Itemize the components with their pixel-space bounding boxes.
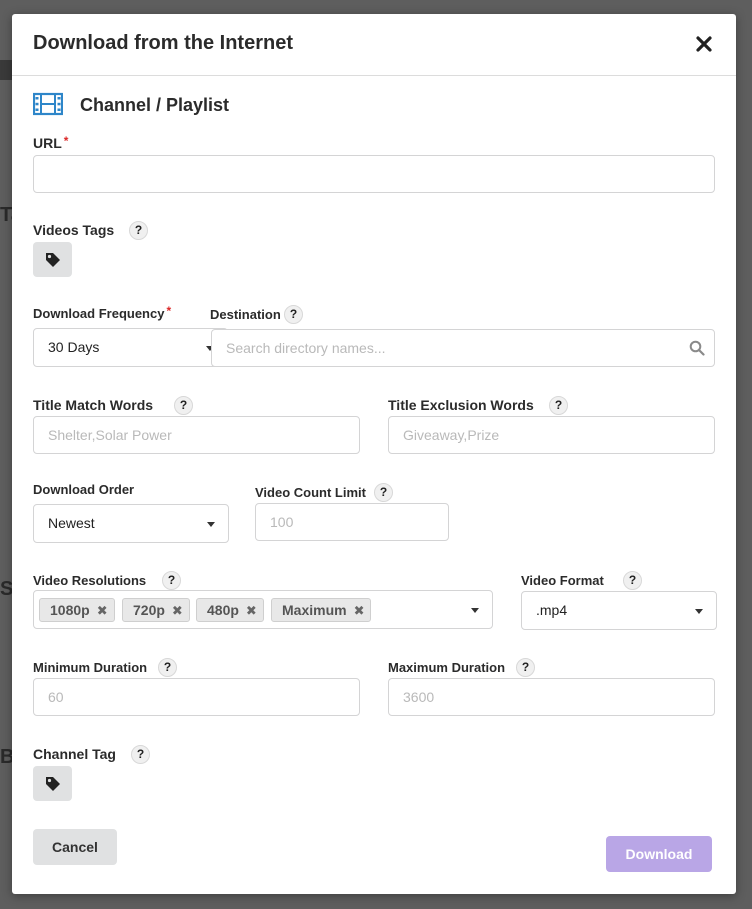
title-exclusion-words-input[interactable]: [388, 416, 715, 454]
help-icon[interactable]: ?: [158, 658, 177, 677]
video-count-limit-input[interactable]: [255, 503, 449, 541]
help-icon[interactable]: ?: [516, 658, 535, 677]
cancel-button[interactable]: Cancel: [33, 829, 117, 865]
url-input[interactable]: [33, 155, 715, 193]
modal-title: Download from the Internet: [33, 32, 293, 54]
download-order-label: Download Order: [33, 482, 135, 497]
download-frequency-label: Download Frequency *: [33, 304, 172, 321]
maximum-duration-label: Maximum Duration: [388, 660, 506, 675]
videos-tags-button[interactable]: [33, 242, 72, 277]
video-count-limit-label: Video Count Limit: [255, 485, 366, 500]
channel-tag-label: Channel Tag: [33, 746, 116, 762]
video-resolutions-multiselect[interactable]: 1080p ✖ 720p ✖ 480p ✖ Maximum ✖: [33, 590, 493, 629]
caret-down-icon: [471, 608, 479, 613]
close-icon[interactable]: [696, 36, 712, 52]
download-frequency-select[interactable]: 30 Days: [33, 328, 228, 367]
destination-label: Destination: [210, 307, 281, 322]
film-icon: [32, 92, 64, 121]
resolution-chip: 1080p ✖: [39, 598, 115, 622]
minimum-duration-input[interactable]: [33, 678, 360, 716]
channel-tag-button[interactable]: [33, 766, 72, 801]
help-icon[interactable]: ?: [284, 305, 303, 324]
minimum-duration-label: Minimum Duration: [33, 660, 148, 675]
remove-icon[interactable]: ✖: [97, 603, 108, 618]
help-icon[interactable]: ?: [129, 221, 148, 240]
caret-down-icon: [695, 609, 703, 614]
search-icon: [689, 340, 705, 361]
download-frequency-value: 30 Days: [48, 339, 100, 355]
help-icon[interactable]: ?: [374, 483, 393, 502]
remove-icon[interactable]: ✖: [172, 603, 183, 618]
title-exclusion-words-label: Title Exclusion Words: [388, 397, 534, 413]
video-format-select[interactable]: .mp4: [521, 591, 717, 630]
title-match-words-label: Title Match Words: [33, 397, 154, 413]
remove-icon[interactable]: ✖: [354, 603, 365, 618]
videos-tags-label: Videos Tags: [33, 222, 115, 238]
help-icon[interactable]: ?: [623, 571, 642, 590]
help-icon[interactable]: ?: [549, 396, 568, 415]
tag-icon: [46, 253, 60, 267]
title-match-words-input[interactable]: [33, 416, 360, 454]
section-title: Channel / Playlist: [80, 95, 230, 115]
url-label: URL *: [33, 134, 69, 151]
resolution-chip: Maximum ✖: [271, 598, 372, 622]
download-order-value: Newest: [48, 515, 95, 531]
caret-down-icon: [207, 522, 215, 527]
help-icon[interactable]: ?: [174, 396, 193, 415]
resolution-chip: 720p ✖: [122, 598, 190, 622]
remove-icon[interactable]: ✖: [246, 603, 257, 618]
help-icon[interactable]: ?: [131, 745, 150, 764]
help-icon[interactable]: ?: [162, 571, 181, 590]
modal-header: Download from the Internet: [12, 14, 736, 76]
video-resolutions-label: Video Resolutions: [33, 573, 147, 588]
destination-search-input[interactable]: [211, 329, 715, 367]
background-strip: [0, 60, 12, 80]
maximum-duration-input[interactable]: [388, 678, 715, 716]
resolution-chip: 480p ✖: [196, 598, 264, 622]
tag-icon: [46, 777, 60, 791]
video-format-label: Video Format: [521, 573, 604, 588]
video-format-value: .mp4: [536, 602, 568, 618]
download-button[interactable]: Download: [606, 836, 712, 872]
download-modal: Download from the Internet Channel / Pla…: [12, 14, 736, 894]
download-order-select[interactable]: Newest: [33, 504, 229, 543]
